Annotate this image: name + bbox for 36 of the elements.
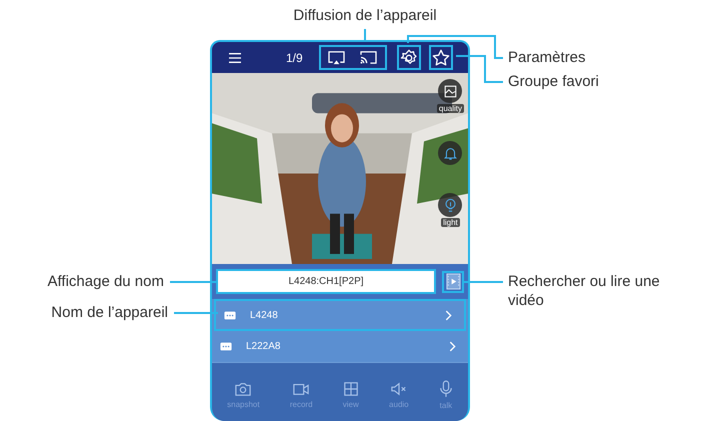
- lightbulb-icon: [444, 198, 457, 212]
- device-row[interactable]: L4248: [214, 299, 466, 331]
- cast-icon[interactable]: [359, 50, 378, 65]
- chevron-icon: [445, 310, 452, 320]
- star-icon[interactable]: [432, 48, 450, 66]
- toolbar-button[interactable]: audio: [389, 381, 409, 409]
- toolbar-button[interactable]: talk: [438, 380, 453, 410]
- settings-icon[interactable]: [400, 48, 418, 66]
- callout-label: Groupe favori: [508, 72, 599, 91]
- device-name: L222A8: [246, 341, 282, 352]
- microphone-icon: [438, 380, 453, 398]
- device-name: L4248: [250, 310, 279, 320]
- toolbar-button[interactable]: view: [342, 381, 359, 409]
- toolbar-button[interactable]: record: [290, 381, 313, 409]
- callout-label: Affichage du nom: [46, 272, 164, 291]
- video-camera-icon: [292, 381, 310, 397]
- button-label: light: [441, 218, 460, 227]
- camera-counter: 1/9: [286, 50, 303, 64]
- toolbar-button[interactable]: snapshot: [227, 381, 260, 409]
- grid-icon: [342, 381, 359, 397]
- chevron-icon: [449, 341, 456, 352]
- callout-label: Nom de l’appareil: [50, 303, 168, 322]
- button-label: quality: [436, 104, 464, 113]
- bell-icon: [444, 146, 457, 160]
- name-display-field: L4248:CH1[P2P]: [218, 271, 434, 292]
- device-icon: [220, 342, 232, 351]
- film-play-icon[interactable]: [446, 273, 460, 290]
- callout-label: Rechercher ou lire une vidéo: [508, 272, 661, 310]
- image-icon: [444, 84, 457, 98]
- device-icon: [224, 310, 236, 320]
- screen-mirror-icon[interactable]: [327, 50, 346, 65]
- mute-icon: [390, 381, 408, 397]
- callout-label: Diffusion de l’appareil: [292, 6, 438, 25]
- callout-label: Paramètres: [508, 48, 586, 67]
- camera-icon: [234, 381, 252, 397]
- menu-icon[interactable]: [228, 52, 242, 64]
